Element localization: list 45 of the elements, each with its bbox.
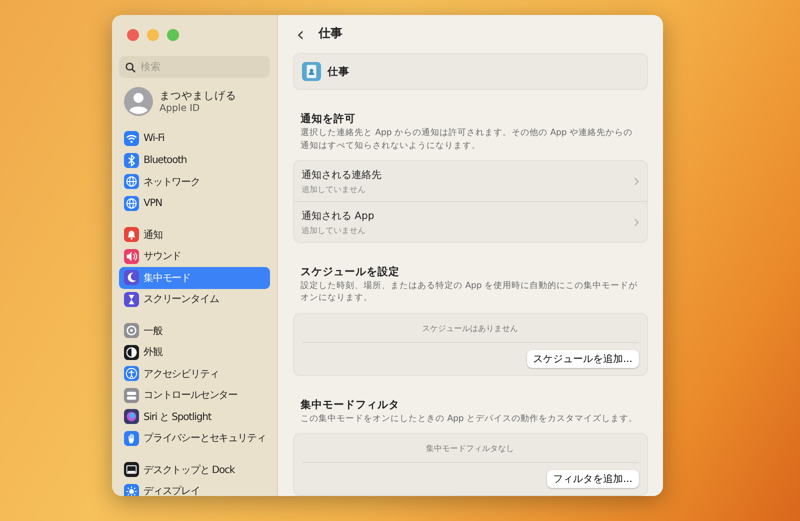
sidebar-item[interactable]: Siri と Spotlight xyxy=(118,406,270,428)
list-row[interactable]: 通知される連絡先 追加していません xyxy=(294,161,646,202)
sidebar-item[interactable]: 一般 xyxy=(118,320,270,342)
sidebar-item[interactable]: プライバシーとセキュリティ xyxy=(118,428,270,449)
sidebar-item[interactable]: 集中モード xyxy=(118,267,270,288)
sidebar-item[interactable]: ディスプレイ xyxy=(118,480,270,496)
row-title: 通知される App xyxy=(302,210,374,223)
section-title: スケジュールを設定 xyxy=(300,265,400,280)
sidebar-item[interactable]: デスクトップと Dock xyxy=(118,459,270,480)
id-badge-icon xyxy=(302,62,320,82)
section-title: 集中モードフィルタ xyxy=(300,398,400,412)
avatar-icon[interactable] xyxy=(124,87,152,116)
minimize-button[interactable] xyxy=(146,29,158,41)
zoom-button[interactable] xyxy=(166,29,178,41)
sidebar-item[interactable]: 通知 xyxy=(118,224,270,246)
chevron-right-icon xyxy=(634,176,638,186)
close-button[interactable] xyxy=(126,29,138,41)
sidebar-item[interactable]: コントロールセンター xyxy=(118,384,270,406)
sidebar-item[interactable]: Wi-Fi xyxy=(118,128,270,150)
section-description: 選択した連絡先と App からの通知は許可されます。その他の App や連絡先からの通知はすべて知らされないようになります。 xyxy=(300,127,634,152)
section-title: 通知を許可 xyxy=(300,112,356,126)
page-title: 仕事 xyxy=(318,25,342,42)
sidebar-item[interactable]: Bluetooth xyxy=(118,150,270,171)
empty-message: 集中モードフィルタなし xyxy=(302,434,638,463)
focus-name: 仕事 xyxy=(328,64,350,79)
section-description: 設定した時刻、場所、またはある特定の App を使用時に自動的にこの集中モードがオンになります。 xyxy=(300,280,639,305)
empty-message: スケジュールはありません xyxy=(302,314,638,343)
sidebar-item[interactable]: サウンド xyxy=(118,246,270,267)
add-button[interactable]: フィルタを追加... xyxy=(546,470,638,488)
sidebar-item[interactable]: 外観 xyxy=(118,342,270,363)
row-title: 通知される連絡先 xyxy=(302,168,382,182)
account-subtitle: Apple ID xyxy=(160,103,201,114)
chevron-right-icon xyxy=(634,218,638,227)
row-subtitle: 追加していません xyxy=(302,184,366,195)
sidebar-item[interactable]: スクリーンタイム xyxy=(118,288,270,310)
sidebar-item[interactable]: アクセシビリティ xyxy=(118,363,270,384)
sidebar-item[interactable]: VPN xyxy=(118,192,270,214)
list-row[interactable]: 通知される App 追加していません xyxy=(294,201,646,242)
section-description: この集中モードをオンにしたときの App とデバイスの動作をカスタマイズします。 xyxy=(300,412,639,425)
row-subtitle: 追加していません xyxy=(302,224,366,236)
sidebar-item[interactable]: ネットワーク xyxy=(118,171,270,192)
search-field[interactable]: 検索 xyxy=(118,56,270,78)
add-button[interactable]: スケジュールを追加... xyxy=(526,350,638,368)
back-button[interactable]: ‹ xyxy=(292,24,308,44)
account-name[interactable]: まつやましげる xyxy=(160,89,236,103)
